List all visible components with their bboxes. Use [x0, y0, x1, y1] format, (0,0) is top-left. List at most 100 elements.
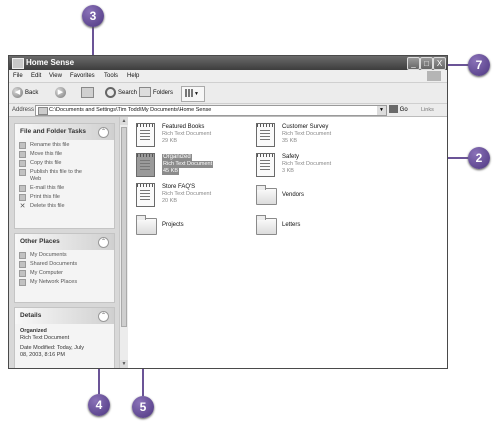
- menu-view[interactable]: View: [49, 71, 62, 81]
- folder-vendors[interactable]: Vendors: [256, 185, 356, 213]
- forward-arrow-icon: ▶: [55, 86, 66, 98]
- callout-2: 2: [468, 147, 490, 169]
- document-icon: [256, 123, 275, 147]
- address-input[interactable]: C:\Documents and Settings\Tim Todd\My Do…: [35, 105, 387, 116]
- file-type: Rich Text Document: [162, 161, 214, 168]
- menu-edit[interactable]: Edit: [31, 71, 41, 81]
- place-label: My Computer: [30, 270, 64, 276]
- file-featured-books[interactable]: Featured Books Rich Text Document 29 KB: [136, 123, 236, 151]
- publish-task[interactable]: Publish this file to the Web: [15, 169, 114, 183]
- panel-header[interactable]: File and Folder Tasks ⌃: [15, 124, 114, 140]
- go-button[interactable]: Go: [389, 105, 408, 115]
- details-panel: Details ⌃ Organized Rich Text Document D…: [14, 307, 115, 368]
- file-size: 29 KB: [162, 138, 177, 144]
- file-folder-tasks-panel: File and Folder Tasks ⌃ Rename this file…: [14, 123, 115, 229]
- task-label: Web: [30, 176, 42, 182]
- task-pane-scrollbar[interactable]: ▲ ▼: [119, 117, 128, 368]
- menu-favorites[interactable]: Favorites: [70, 71, 95, 81]
- menu-file[interactable]: File: [13, 71, 23, 81]
- file-customer-survey[interactable]: Customer Survey Rich Text Document 35 KB: [256, 123, 356, 151]
- print-task[interactable]: Print this file: [15, 194, 114, 201]
- minimize-button[interactable]: _: [407, 57, 420, 70]
- address-bar: Address C:\Documents and Settings\Tim To…: [9, 104, 447, 117]
- folder-letters[interactable]: Letters: [256, 215, 356, 243]
- document-icon: [136, 183, 155, 207]
- document-icon: [136, 123, 155, 147]
- folder-projects[interactable]: Projects: [136, 215, 236, 243]
- menu-tools[interactable]: Tools: [104, 71, 118, 81]
- file-name: Store FAQ'S: [162, 184, 196, 190]
- file-type: Rich Text Document: [282, 131, 332, 137]
- views-button[interactable]: ▼: [181, 86, 205, 102]
- file-store-faqs[interactable]: Store FAQ'S Rich Text Document 20 KB: [136, 183, 236, 211]
- details-name: Organized: [20, 328, 47, 334]
- toolbar: ◀ Back ▶ Search Folders ▼: [9, 83, 447, 104]
- go-arrow-icon: [389, 105, 398, 114]
- copy-icon: [19, 160, 26, 167]
- chevron-down-icon: ▼: [194, 91, 199, 97]
- collapse-icon[interactable]: ⌃: [98, 237, 109, 248]
- file-size: 3 KB: [282, 168, 294, 174]
- callout-4: 4: [88, 394, 110, 416]
- email-task[interactable]: E-mail this file: [15, 185, 114, 192]
- scroll-up-icon[interactable]: ▲: [120, 117, 128, 125]
- rename-task[interactable]: Rename this file: [15, 142, 114, 149]
- panel-title: File and Folder Tasks: [20, 128, 86, 135]
- links-label[interactable]: Links: [421, 105, 434, 115]
- print-icon: [19, 194, 26, 201]
- file-organized[interactable]: Organized Rich Text Document 45 KB: [136, 153, 236, 181]
- scroll-down-icon[interactable]: ▼: [120, 360, 128, 368]
- file-type: Rich Text Document: [282, 161, 332, 167]
- file-size: 20 KB: [162, 198, 177, 204]
- menu-help[interactable]: Help: [127, 71, 139, 81]
- file-size: 35 KB: [282, 138, 297, 144]
- address-path: C:\Documents and Settings\Tim Todd\My Do…: [49, 107, 212, 113]
- task-label: E-mail this file: [30, 185, 65, 191]
- scroll-thumb[interactable]: [121, 127, 127, 327]
- move-task[interactable]: Move this file: [15, 151, 114, 158]
- my-computer-link[interactable]: My Computer: [15, 270, 114, 277]
- task-label: Move this file: [30, 151, 63, 157]
- file-size: 45 KB: [162, 168, 179, 175]
- folder-name: Vendors: [282, 192, 305, 198]
- shared-documents-link[interactable]: Shared Documents: [15, 261, 114, 268]
- task-label: Delete this file: [30, 203, 65, 209]
- file-type: Rich Text Document: [162, 131, 212, 137]
- up-button[interactable]: [81, 86, 94, 100]
- folder-up-icon: [81, 86, 94, 98]
- email-icon: [19, 185, 26, 192]
- copy-task[interactable]: Copy this file: [15, 160, 114, 167]
- forward-button[interactable]: ▶: [55, 86, 68, 100]
- delete-task[interactable]: ✕ Delete this file: [15, 203, 114, 210]
- panel-header[interactable]: Details ⌃: [15, 308, 114, 324]
- details-modified-1: Date Modified: Today, July: [20, 345, 84, 351]
- maximize-button[interactable]: □: [420, 57, 433, 70]
- task-label: Print this file: [30, 194, 60, 200]
- address-label: Address: [12, 107, 35, 113]
- panel-title: Other Places: [20, 238, 60, 245]
- folder-icon: [136, 215, 157, 235]
- publish-icon: [19, 169, 26, 176]
- folder-icon: [38, 107, 48, 115]
- collapse-icon[interactable]: ⌃: [98, 311, 109, 322]
- file-safety[interactable]: Safety Rich Text Document 3 KB: [256, 153, 356, 181]
- views-icon: [185, 89, 194, 98]
- search-icon: [105, 86, 116, 98]
- file-name: Organized: [162, 154, 192, 161]
- move-icon: [19, 151, 26, 158]
- task-label: Copy this file: [30, 160, 62, 166]
- search-button[interactable]: Search: [105, 86, 137, 100]
- callout-5: 5: [132, 396, 154, 418]
- file-list: Featured Books Rich Text Document 29 KB …: [128, 117, 447, 368]
- folders-button[interactable]: Folders: [139, 86, 173, 100]
- callout-7: 7: [468, 54, 490, 76]
- panel-header[interactable]: Other Places ⌃: [15, 234, 114, 250]
- close-button[interactable]: X: [433, 57, 446, 70]
- my-documents-link[interactable]: My Documents: [15, 252, 114, 259]
- folder-icon: [19, 252, 26, 259]
- my-network-places-link[interactable]: My Network Places: [15, 279, 114, 286]
- back-button[interactable]: ◀ Back: [12, 86, 38, 100]
- collapse-icon[interactable]: ⌃: [98, 127, 109, 138]
- dropdown-arrow-icon[interactable]: ▼: [377, 106, 386, 115]
- file-type: Rich Text Document: [162, 191, 212, 197]
